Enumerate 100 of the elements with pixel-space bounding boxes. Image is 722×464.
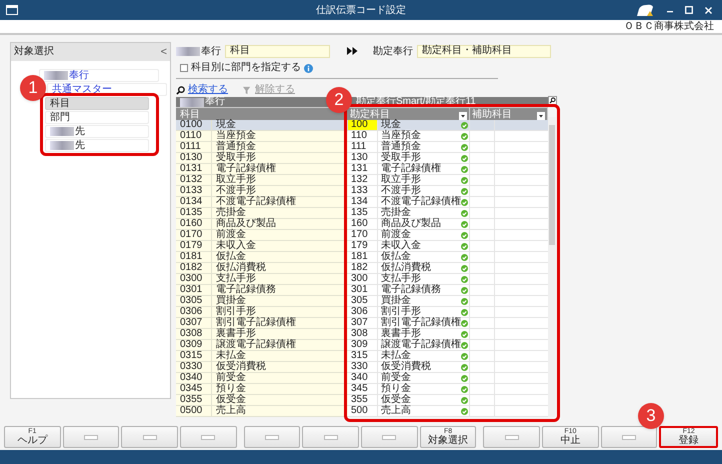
table-cell: 0181 — [176, 252, 212, 262]
table-cell-text: 売上高 — [215, 406, 247, 416]
table-cell[interactable]: 100 — [348, 120, 378, 130]
checkbox[interactable] — [180, 64, 188, 72]
table-row[interactable]: 0308 裏書手形 — [176, 329, 348, 340]
table-row[interactable]: 0300 支払手形 — [176, 274, 348, 285]
table-cell-text: 預り金 — [215, 384, 247, 394]
table-cell: 340 — [348, 373, 378, 383]
function-key[interactable] — [600, 426, 658, 448]
table-cell-text: 売上高 — [380, 406, 412, 416]
redaction-mark — [50, 141, 74, 150]
table-cell-text: 前受金 — [215, 373, 247, 383]
cloud-logo-icon — [635, 3, 655, 17]
table-cell: 131 — [348, 164, 378, 174]
function-key[interactable] — [302, 426, 360, 448]
maximize-icon[interactable] — [685, 6, 693, 14]
table-cell: 300 — [348, 274, 378, 284]
source-field[interactable]: 科目 — [225, 44, 330, 58]
table-row[interactable]: 0135 売掛金 — [176, 208, 348, 219]
table-cell-text: 未収入金 — [215, 241, 257, 251]
table-cell: 0345 — [176, 384, 212, 394]
search-link[interactable]: 検索する — [188, 85, 228, 95]
table-row[interactable]: 0160 商品及び製品 — [176, 219, 348, 230]
table-cell-text: 電子記録債務 — [380, 285, 442, 295]
search-icon[interactable] — [548, 96, 557, 105]
table-row[interactable]: 0111 普通預金 — [176, 142, 348, 153]
table-cell-text: 預り金 — [380, 384, 412, 394]
table-row[interactable]: 0131 電子記録債権 — [176, 164, 348, 175]
table-cell-text: 商品及び製品 — [380, 219, 442, 229]
table-row[interactable]: 0500 売上高 — [176, 406, 348, 417]
table-row[interactable]: 0134 不渡電子記録債権 — [176, 197, 348, 208]
table-cell: 330 — [348, 362, 378, 372]
function-key[interactable] — [361, 426, 418, 448]
table-row[interactable]: 0315 未払金 — [176, 351, 348, 362]
table-row[interactable]: 0182 仮払消費税 — [176, 263, 348, 274]
table-cell-text: 不渡電子記録債権 — [380, 197, 460, 207]
search-icon — [176, 86, 185, 94]
table-row[interactable]: 0307 割引電子記録債権 — [176, 318, 348, 329]
table-cell: 0133 — [176, 186, 212, 196]
table-cell-text: 現金 — [380, 120, 401, 130]
table-row[interactable]: 0345 預り金 — [176, 384, 348, 395]
function-key[interactable] — [244, 426, 300, 448]
table-cell: 305 — [348, 296, 378, 306]
tree-item[interactable]: 先 — [45, 139, 149, 152]
table-cell: 306 — [348, 307, 378, 317]
table-row[interactable]: 0330 仮受消費税 — [176, 362, 348, 373]
table-cell: 0330 — [176, 362, 212, 372]
tree-item[interactable]: 先 — [45, 125, 149, 138]
table-cell-text: 未収入金 — [380, 241, 422, 251]
tree-item[interactable]: 科目 — [45, 97, 149, 110]
info-icon[interactable] — [304, 64, 313, 72]
column-header: 科目 — [176, 107, 348, 120]
table-row[interactable]: 0179 未収入金 — [176, 241, 348, 252]
table-row[interactable]: 0301 電子記録債務 — [176, 285, 348, 296]
table-row[interactable]: 0306 割引手形 — [176, 307, 348, 318]
table-cell: 0340 — [176, 373, 212, 383]
callout-badge: 2 — [326, 87, 352, 113]
table-cell: 0305 — [176, 296, 212, 306]
table-cell: 0301 — [176, 285, 212, 295]
table-cell: 160 — [348, 219, 378, 229]
table-row[interactable]: 0170 前渡金 — [176, 230, 348, 241]
table-cell: 0300 — [176, 274, 212, 284]
function-key[interactable] — [483, 426, 540, 448]
table-cell-text: 支払手形 — [215, 274, 257, 284]
table-row[interactable]: 0305 買掛金 — [176, 296, 348, 307]
function-key[interactable] — [121, 426, 178, 448]
table-row[interactable]: 0110 当座預金 — [176, 131, 348, 142]
table-cell-text: 仮受金 — [215, 395, 247, 405]
table-cell: 0500 — [176, 406, 212, 416]
table-cell: 308 — [348, 329, 378, 339]
target-field[interactable]: 勘定科目・補助科目 — [417, 44, 551, 58]
table-cell-text: 支払手形 — [380, 274, 422, 284]
table-cell: 0110 — [176, 131, 212, 141]
table-row[interactable]: 0355 仮受金 — [176, 395, 348, 406]
table-cell-text: 割引電子記録債権 — [215, 318, 297, 328]
table-cell: 315 — [348, 351, 378, 361]
table-row[interactable]: 0133 不渡手形 — [176, 186, 348, 197]
table-cell-text: 現金 — [215, 120, 236, 130]
table-row[interactable]: 0309 譲渡電子記録債権 — [176, 340, 348, 351]
dropdown-icon[interactable] — [537, 112, 545, 120]
function-key[interactable] — [180, 426, 237, 448]
tree-item[interactable]: 部門 — [45, 111, 149, 124]
table-cell-text: 不渡手形 — [380, 186, 421, 196]
double-arrow-icon — [347, 47, 358, 55]
dropdown-icon[interactable] — [459, 112, 467, 120]
collapse-button[interactable]: < — [160, 46, 167, 58]
table-row[interactable]: 0132 取立手形 — [176, 175, 348, 186]
table-row[interactable]: 0340 前受金 — [176, 373, 348, 384]
table-row[interactable]: 0130 受取手形 — [176, 153, 348, 164]
table-row[interactable]: 0100 現金 — [176, 120, 348, 131]
function-key[interactable] — [62, 426, 120, 448]
table-cell: 0131 — [176, 164, 212, 174]
table-cell-text: 取立手形 — [380, 175, 422, 185]
table-row[interactable]: 0181 仮払金 — [176, 252, 348, 263]
close-icon[interactable] — [705, 6, 712, 14]
table-cell: 0307 — [176, 318, 212, 328]
tree-item[interactable]: 奉行 — [39, 69, 159, 82]
field-label: 勘定奉行 — [373, 44, 413, 58]
table-cell: 0134 — [176, 197, 212, 207]
scrollbar[interactable] — [548, 117, 556, 417]
